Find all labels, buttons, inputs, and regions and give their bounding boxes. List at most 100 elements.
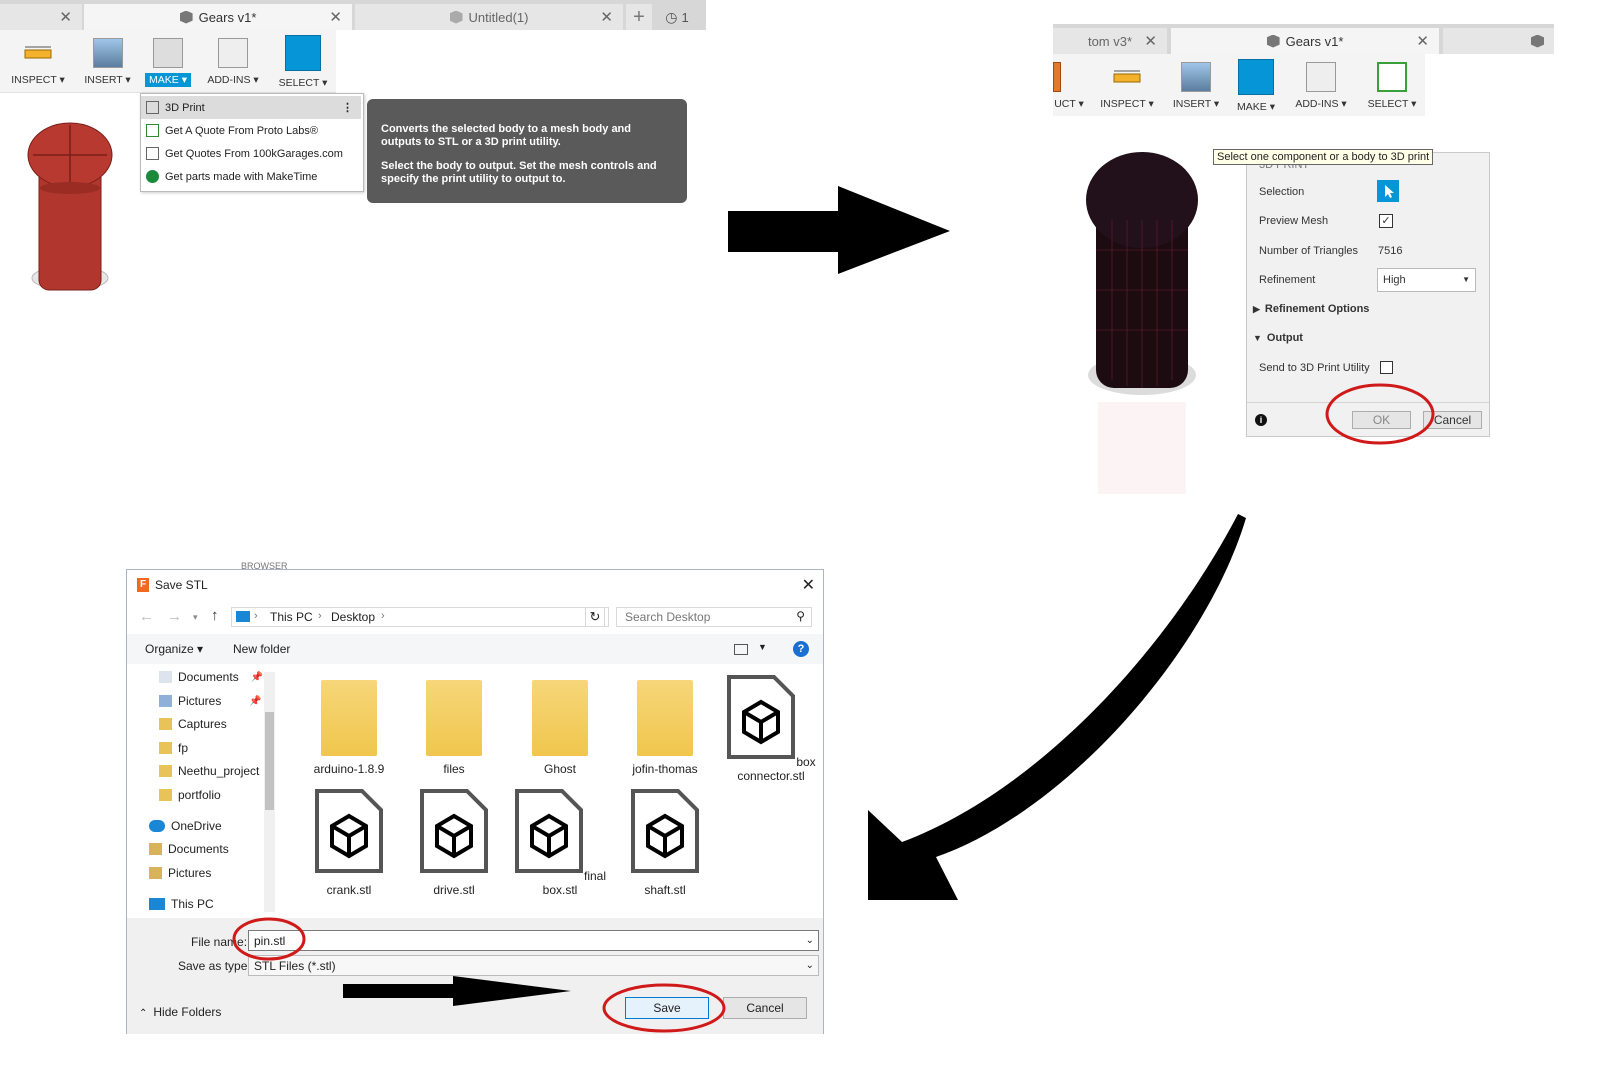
hide-folders-toggle[interactable]: ⌃ Hide Folders (139, 1005, 221, 1019)
file-drive[interactable]: drive.stl (402, 788, 506, 897)
organize-button[interactable]: Organize ▾ (145, 642, 203, 656)
addins-menu-2[interactable]: ADD-INS ▾ (1291, 62, 1351, 110)
nav-onedrive[interactable]: OneDrive (149, 819, 222, 833)
select-arrow-icon (285, 35, 321, 71)
tab-hidden[interactable]: ✕ (0, 4, 82, 30)
new-tab-button[interactable]: + (626, 4, 652, 30)
addins-menu[interactable]: ADD-INS ▾ (203, 38, 263, 86)
insert-menu-2[interactable]: INSERT ▾ (1169, 62, 1223, 110)
menu-item-protolabs[interactable]: Get A Quote From Proto Labs® (141, 119, 361, 142)
recent-dropdown-icon[interactable]: ▾ (193, 612, 198, 623)
inspect-menu-2[interactable]: INSPECT ▾ (1097, 62, 1157, 110)
cancel-button-save[interactable]: Cancel (723, 997, 807, 1019)
folder-jofin[interactable]: jofin-thomas (613, 680, 717, 776)
nav-neethu[interactable]: Neethu_project (159, 764, 259, 778)
construct-menu[interactable]: UCT ▾ (1053, 62, 1085, 110)
output-toggle[interactable]: ▼ Output (1253, 332, 1303, 344)
file-final-box[interactable]: final box.stl (508, 788, 612, 897)
tab-tom[interactable]: tom v3* ✕ (1053, 28, 1167, 54)
scrollbar-thumb[interactable] (265, 712, 274, 810)
close-icon[interactable]: ✕ (329, 8, 342, 26)
file-box-connector[interactable]: box connector.stl (719, 674, 823, 783)
select-arrow-icon (1377, 62, 1407, 92)
view-dropdown-icon[interactable]: ▼ (758, 642, 767, 652)
inspect-menu[interactable]: INSPECT ▾ (8, 38, 68, 86)
refinement-select[interactable]: High ▼ (1377, 268, 1476, 292)
nav-pictures[interactable]: Pictures 📌 (159, 694, 262, 708)
menu-item-maketime[interactable]: Get parts made with MakeTime (141, 165, 361, 188)
nav-onedrive-documents[interactable]: Documents (149, 842, 229, 856)
address-bar[interactable]: › This PC › Desktop › ⌄ (231, 607, 609, 627)
image-icon (92, 38, 123, 68)
refresh-icon[interactable]: ↻ (585, 607, 605, 627)
file-crank[interactable]: crank.stl (297, 788, 401, 897)
titlebar: F Save STL ✕ (127, 570, 823, 602)
annotation-circle-save (602, 983, 726, 1033)
toolbar-2: UCT ▾ INSPECT ▾ INSERT ▾ MAKE ▾ ADD-INS … (1053, 54, 1425, 116)
make-menu-2[interactable]: MAKE ▾ (1233, 59, 1279, 113)
tab-gears[interactable]: Gears v1* ✕ (84, 4, 352, 30)
search-placeholder: Search Desktop (625, 610, 711, 624)
job-status[interactable]: ◷ 1 (658, 4, 696, 30)
nav-captures[interactable]: Captures (159, 717, 227, 731)
forward-arrow-icon[interactable]: → (167, 608, 182, 625)
preview-mesh-checkbox[interactable]: ✓ (1379, 214, 1393, 228)
close-icon[interactable]: ✕ (1144, 32, 1157, 50)
refinement-options-toggle[interactable]: ▶ Refinement Options (1253, 303, 1369, 315)
save-type-select[interactable]: STL Files (*.stl) ⌄ (248, 955, 819, 976)
nav-onedrive-pictures[interactable]: Pictures (149, 866, 211, 880)
3d-print-icon (146, 101, 159, 114)
stl-file-icon (315, 789, 383, 873)
triangles-label: Number of Triangles (1259, 245, 1359, 257)
select-menu[interactable]: SELECT ▾ (274, 35, 332, 89)
nav-fp[interactable]: fp (159, 741, 188, 755)
help-icon[interactable]: ? (793, 641, 809, 657)
tab-more[interactable] (1443, 28, 1554, 54)
chevron-down-icon[interactable]: ⌄ (806, 935, 814, 946)
nav-this-pc[interactable]: This PC (149, 897, 214, 911)
chevron-up-icon: ⌃ (139, 1008, 148, 1019)
nav-scrollbar[interactable] (264, 672, 275, 912)
search-box[interactable]: Search Desktop ⚲ (616, 607, 812, 627)
folder-ghost[interactable]: Ghost (508, 680, 612, 776)
breadcrumb-this-pc[interactable]: This PC (270, 610, 313, 624)
printer-icon (1238, 59, 1274, 95)
tab-untitled[interactable]: Untitled(1) ✕ (355, 4, 623, 30)
close-icon[interactable]: ✕ (59, 8, 72, 26)
nav-portfolio[interactable]: portfolio (159, 788, 221, 802)
documents-icon (159, 671, 172, 683)
tab-untitled-label: Untitled(1) (468, 9, 529, 25)
arrow-right (728, 186, 950, 274)
close-icon[interactable]: ✕ (600, 8, 613, 26)
breadcrumb-desktop[interactable]: Desktop (331, 610, 375, 624)
command-bar: Organize ▾ New folder ▼ ? (127, 634, 823, 664)
menu-item-3d-print[interactable]: 3D Print ⋮ (141, 96, 361, 119)
back-arrow-icon[interactable]: ← (139, 608, 154, 625)
chevron-down-icon[interactable]: ⌄ (806, 960, 814, 971)
view-icon[interactable] (734, 644, 748, 655)
nav-documents[interactable]: Documents 📌 (159, 670, 263, 684)
users-folder-icon (149, 843, 162, 855)
clock-icon: ◷ (665, 8, 678, 25)
insert-menu[interactable]: INSERT ▾ (80, 38, 135, 86)
send-checkbox[interactable] (1380, 361, 1393, 374)
up-arrow-icon[interactable]: ↑ (211, 607, 219, 624)
tab-gears-2[interactable]: Gears v1* ✕ (1171, 28, 1439, 54)
arrow-curved (868, 514, 1246, 900)
close-icon[interactable]: ✕ (802, 575, 815, 595)
menu-item-100kgarages[interactable]: Get Quotes From 100kGarages.com (141, 142, 361, 165)
folder-arduino[interactable]: arduino-1.8.9 (297, 680, 401, 776)
component-icon (1531, 34, 1544, 48)
file-shaft[interactable]: shaft.stl (613, 788, 717, 897)
chevron-right-icon: ▶ (1253, 304, 1260, 314)
more-icon[interactable]: ⋮ (342, 101, 353, 114)
folder-files[interactable]: files (402, 680, 506, 776)
selection-button[interactable] (1377, 180, 1399, 202)
make-menu[interactable]: MAKE ▾ (142, 38, 194, 87)
close-icon[interactable]: ✕ (1416, 32, 1429, 50)
select-menu-2[interactable]: SELECT ▾ (1363, 62, 1421, 110)
info-icon[interactable]: i (1255, 414, 1267, 426)
file-name-input[interactable]: pin.stl ⌄ (248, 930, 819, 951)
new-folder-button[interactable]: New folder (233, 642, 290, 656)
tabbar-1: ✕ Gears v1* ✕ Untitled(1) ✕ + ◷ 1 (0, 0, 706, 30)
